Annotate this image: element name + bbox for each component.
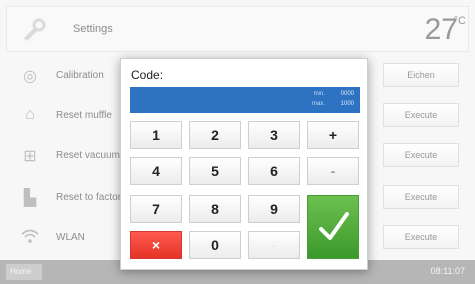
delete-button[interactable]: ×: [130, 231, 182, 259]
display-min-label: min.: [313, 91, 325, 97]
confirm-button[interactable]: [307, 195, 359, 259]
key-9[interactable]: 9: [248, 195, 300, 223]
key-3[interactable]: 3: [248, 121, 300, 149]
key-5[interactable]: 5: [189, 157, 241, 185]
code-keypad-dialog: Code: min. 0000 max. 1000 1 2 3 + 4 5 6 …: [120, 58, 368, 270]
key-1[interactable]: 1: [130, 121, 182, 149]
display-max-value: 1000: [340, 101, 354, 107]
display-max-label: max.: [311, 101, 325, 107]
display-max-row: max. 1000: [312, 101, 354, 107]
display-min-value: 0000: [340, 91, 354, 97]
code-display: min. 0000 max. 1000: [130, 87, 360, 113]
key-4[interactable]: 4: [130, 157, 182, 185]
key-decimal[interactable]: .: [248, 231, 300, 259]
key-plus[interactable]: +: [307, 121, 359, 149]
key-7[interactable]: 7: [130, 195, 182, 223]
key-6[interactable]: 6: [248, 157, 300, 185]
key-minus[interactable]: -: [307, 157, 359, 185]
key-8[interactable]: 8: [189, 195, 241, 223]
key-0[interactable]: 0: [189, 231, 241, 259]
dialog-title: Code:: [131, 68, 164, 82]
key-2[interactable]: 2: [189, 121, 241, 149]
display-min-row: min. 0000: [314, 91, 354, 97]
